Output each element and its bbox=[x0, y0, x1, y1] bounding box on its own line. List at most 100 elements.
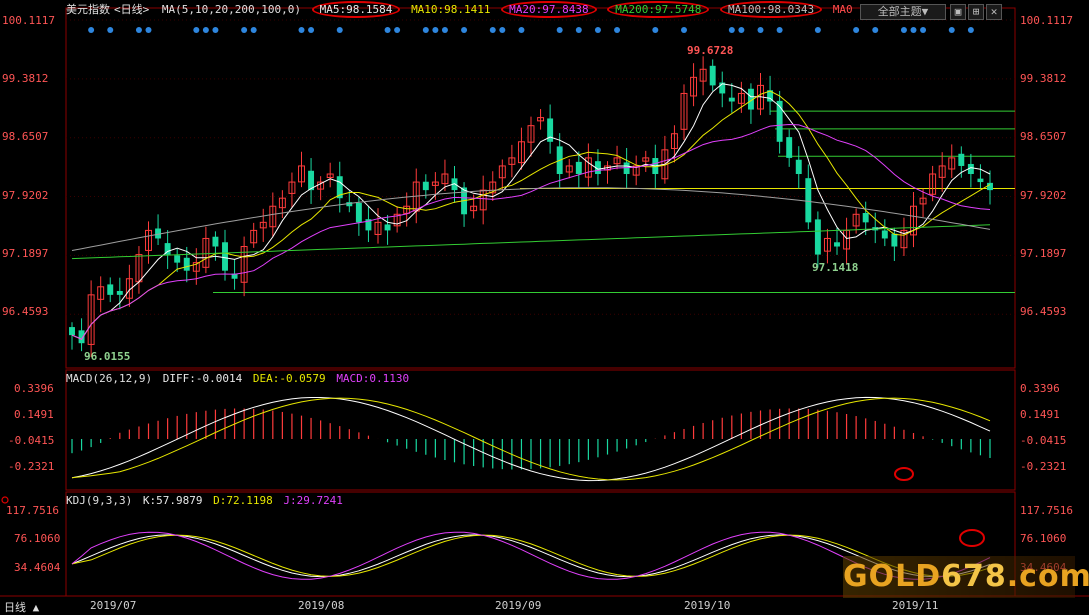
signal-dot bbox=[135, 27, 142, 33]
signal-dot bbox=[308, 27, 315, 33]
candle-body-down bbox=[786, 137, 793, 158]
price-tick: 99.3812 bbox=[1020, 72, 1067, 85]
macd-tick: -0.0415 bbox=[1020, 434, 1067, 447]
candle-body-down bbox=[116, 290, 123, 295]
candle-body-down bbox=[728, 97, 735, 102]
macd-diff: DIFF:-0.0014 bbox=[162, 372, 243, 385]
macd-tick: -0.2321 bbox=[8, 460, 55, 473]
ma-params: MA(5,10,20,200,100,0) bbox=[161, 3, 301, 16]
macd-tick: 0.3396 bbox=[1020, 382, 1060, 395]
x-tick: 2019/11 bbox=[892, 599, 939, 612]
kdj-j: J:29.7241 bbox=[283, 494, 343, 507]
candle-body-down bbox=[174, 255, 181, 263]
signal-dot bbox=[384, 27, 391, 33]
signal-dot bbox=[499, 27, 506, 33]
macd-value: MACD:0.1130 bbox=[336, 372, 410, 385]
macd-tick: 0.1491 bbox=[14, 408, 54, 421]
price-tick: 96.4593 bbox=[2, 305, 49, 318]
kdj-params: KDJ(9,3,3) bbox=[66, 494, 133, 507]
macd-tick: 0.1491 bbox=[1020, 408, 1060, 421]
macd-cross-mark bbox=[894, 467, 914, 481]
kdj-tick: 117.7516 bbox=[6, 504, 59, 517]
close-icon[interactable]: ✕ bbox=[986, 4, 1002, 20]
signal-dot bbox=[967, 27, 974, 33]
x-tick: 2019/08 bbox=[298, 599, 345, 612]
kdj-cross-mark bbox=[959, 529, 985, 547]
ma10-value: MA10:98.1411 bbox=[411, 3, 491, 16]
period-label: <日线> bbox=[114, 3, 150, 16]
ma20-value: MA20:97.8438 bbox=[501, 1, 597, 18]
macd-params: MACD(26,12,9) bbox=[66, 372, 153, 385]
index-name: 美元指数 bbox=[66, 3, 110, 16]
price-tick: 96.4593 bbox=[1020, 305, 1067, 318]
signal-dot bbox=[575, 27, 582, 33]
signal-dot bbox=[681, 27, 687, 33]
candlesticks bbox=[69, 56, 993, 357]
low-annotation-1: 96.0155 bbox=[84, 350, 131, 363]
candle-body-down bbox=[623, 162, 630, 175]
candle-body-down bbox=[795, 159, 802, 175]
signal-dot bbox=[814, 27, 821, 33]
horizontal-levels bbox=[213, 110, 1015, 293]
macd-tick: 0.3396 bbox=[14, 382, 54, 395]
theme-dropdown[interactable]: 全部主题▼ bbox=[860, 4, 946, 20]
signal-dot bbox=[948, 27, 955, 33]
x-tick: 2019/10 bbox=[684, 599, 731, 612]
macd-tick: -0.0415 bbox=[8, 434, 55, 447]
candle-body-down bbox=[69, 327, 75, 336]
candle-body-down bbox=[107, 284, 114, 295]
candle-body-down bbox=[422, 181, 429, 191]
signal-dot bbox=[107, 27, 114, 33]
signal-dot bbox=[241, 27, 248, 33]
signal-dot bbox=[652, 27, 659, 33]
ma100-line bbox=[71, 187, 991, 251]
signal-dot bbox=[728, 27, 735, 33]
kdj-tick: 76.1060 bbox=[1020, 532, 1067, 545]
price-tick: 97.1897 bbox=[2, 247, 49, 260]
low-annotation-2: 97.1418 bbox=[812, 261, 859, 274]
signal-dot bbox=[776, 27, 783, 33]
signal-dot bbox=[900, 27, 907, 33]
signal-dot bbox=[556, 27, 563, 33]
ma-legend: 美元指数 <日线> MA(5,10,20,200,100,0) MA5:98.15… bbox=[66, 1, 857, 18]
price-tick: 100.1117 bbox=[2, 14, 55, 27]
panel-marker bbox=[1, 496, 9, 504]
signal-dot bbox=[250, 27, 257, 33]
signal-dot bbox=[853, 27, 860, 33]
candle-body-down bbox=[987, 182, 993, 191]
macd-dea: DEA:-0.0579 bbox=[252, 372, 326, 385]
period-button[interactable]: 日线 ▲ bbox=[4, 599, 39, 615]
candle-body-down bbox=[862, 212, 869, 223]
signal-dot bbox=[336, 27, 343, 33]
macd-tick: -0.2321 bbox=[1020, 460, 1067, 473]
zoom-icon[interactable]: ▣ bbox=[950, 4, 966, 20]
chart-canvas bbox=[0, 7, 1089, 597]
kdj-tick: 34.4604 bbox=[14, 561, 61, 574]
price-tick: 97.9202 bbox=[2, 189, 49, 202]
signal-dot bbox=[394, 27, 401, 33]
candle-body-down bbox=[881, 230, 888, 239]
kdj-d: D:72.1198 bbox=[213, 494, 273, 507]
candle-body-down bbox=[575, 161, 582, 175]
signal-dot bbox=[489, 27, 496, 33]
panel-frame bbox=[65, 369, 1016, 491]
signal-dot bbox=[202, 27, 209, 33]
candle-body-down bbox=[355, 202, 362, 223]
x-tick: 2019/07 bbox=[90, 599, 137, 612]
price-tick: 97.9202 bbox=[1020, 189, 1067, 202]
signal-dot bbox=[298, 27, 305, 33]
price-tick: 97.1897 bbox=[1020, 247, 1067, 260]
candle-body-down bbox=[183, 257, 190, 271]
signal-dot bbox=[518, 27, 525, 33]
signal-dot bbox=[432, 27, 439, 33]
macd-panel bbox=[71, 396, 991, 482]
price-tick: 98.6507 bbox=[1020, 130, 1067, 143]
layout-icon[interactable]: ⊞ bbox=[968, 4, 984, 20]
ma200-value: MA200:97.5748 bbox=[607, 1, 710, 18]
candle-body-down bbox=[958, 153, 965, 166]
signal-dot bbox=[920, 27, 927, 33]
signal-dot bbox=[212, 27, 219, 33]
price-tick: 99.3812 bbox=[2, 72, 49, 85]
candle-body-down bbox=[977, 178, 984, 183]
candle-body-down bbox=[834, 242, 840, 247]
